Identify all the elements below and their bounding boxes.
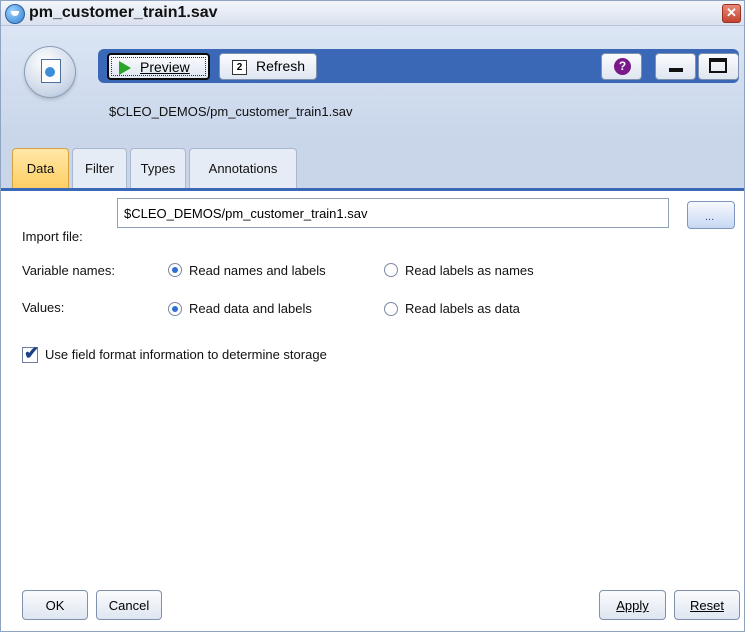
reset-button[interactable]: Reset [674,590,740,620]
option-read-names-and-labels: Read names and labels [189,263,326,278]
checkmark-icon: ✔ [24,343,40,363]
use-field-format-label: Use field format information to determin… [45,347,327,362]
radio-read-labels-as-names[interactable] [384,263,398,277]
cancel-button[interactable]: Cancel [96,590,162,620]
title-bar[interactable]: pm_customer_train1.sav ✕ [1,1,744,26]
apply-button[interactable]: Apply [599,590,666,620]
preview-button[interactable]: Preview [107,53,210,80]
radio-read-names-and-labels[interactable] [168,263,182,277]
toolbar: Preview 2 Refresh ? $CLEO_DEMOS/pm_custo… [1,26,744,138]
cancel-label: Cancel [108,598,150,613]
browse-label: ... [705,211,715,223]
radio-read-labels-as-data[interactable] [384,302,398,316]
close-icon[interactable]: ✕ [722,4,741,23]
help-button[interactable]: ? [601,53,642,80]
tab-filter[interactable]: Filter [72,148,127,188]
values-label: Values: [22,300,65,315]
apply-label: Apply [616,598,649,613]
tab-divider [1,188,744,191]
use-field-format-checkbox[interactable]: ✔ [22,343,39,363]
maximize-button[interactable] [698,53,739,80]
radio-read-data-and-labels[interactable] [168,302,182,316]
refresh-button[interactable]: 2 Refresh [219,53,317,80]
app-icon [5,4,25,24]
tab-types[interactable]: Types [130,148,186,188]
tab-annotations[interactable]: Annotations [189,148,297,188]
play-icon [119,61,131,75]
minimize-icon [669,68,683,72]
window-title: pm_customer_train1.sav [29,4,218,21]
preview-label: Preview [140,59,190,75]
dialog-window: pm_customer_train1.sav ✕ Preview 2 Refre… [0,0,745,632]
maximize-icon [709,58,727,73]
minimize-button[interactable] [655,53,696,80]
option-read-data-and-labels: Read data and labels [189,301,312,316]
node-source-icon [24,46,76,98]
refresh-icon: 2 [232,60,247,75]
option-read-labels-as-names: Read labels as names [405,263,534,278]
browse-button[interactable]: ... [687,201,735,229]
option-read-labels-as-data: Read labels as data [405,301,520,316]
tab-bar: Data Filter Types Annotations [1,138,744,188]
ok-button[interactable]: OK [22,590,88,620]
ok-label: OK [45,598,65,613]
variable-names-label: Variable names: [22,263,115,278]
reset-label: Reset [690,598,724,613]
tab-data[interactable]: Data [12,148,69,188]
help-icon: ? [614,58,631,75]
refresh-label: Refresh [256,58,306,74]
file-path-label: $CLEO_DEMOS/pm_customer_train1.sav [109,104,353,119]
import-file-input[interactable] [117,198,669,228]
import-file-label: Import file: [22,229,83,244]
